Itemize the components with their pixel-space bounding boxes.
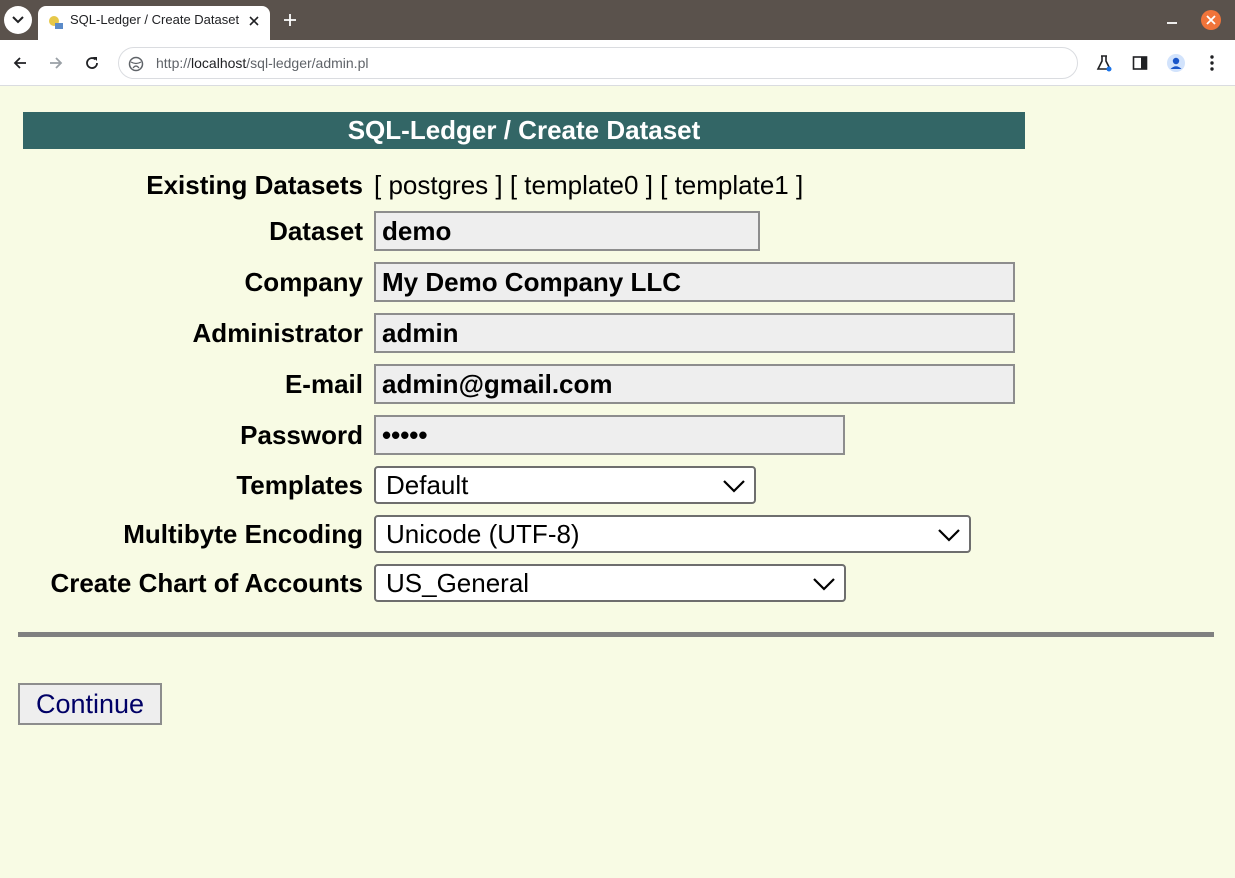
tab-list-button[interactable] xyxy=(4,6,32,34)
labs-button[interactable] xyxy=(1092,51,1116,75)
administrator-input[interactable]: admin xyxy=(374,313,1015,353)
minimize-icon xyxy=(1167,22,1177,24)
chevron-down-icon xyxy=(12,16,24,24)
reload-button[interactable] xyxy=(80,51,104,75)
horizontal-divider xyxy=(18,632,1214,637)
forward-button[interactable] xyxy=(44,51,68,75)
email-label: E-mail xyxy=(284,369,363,399)
templates-select[interactable]: Default xyxy=(374,466,756,504)
encoding-select[interactable]: Unicode (UTF-8) xyxy=(374,515,971,553)
arrow-left-icon xyxy=(13,57,26,69)
browser-tab-bar: SQL-Ledger / Create Dataset xyxy=(0,0,1235,40)
templates-label: Templates xyxy=(236,470,363,500)
flask-icon xyxy=(1096,55,1112,72)
url-text: http://localhost/sql-ledger/admin.pl xyxy=(156,48,368,78)
profile-button[interactable] xyxy=(1164,51,1188,75)
company-input[interactable]: My Demo Company LLC xyxy=(374,262,1015,302)
profile-icon xyxy=(1167,54,1185,72)
existing-datasets-list: [ postgres ] [ template0 ] [ template1 ] xyxy=(374,170,804,200)
chart-of-accounts-label: Create Chart of Accounts xyxy=(50,568,363,598)
company-label: Company xyxy=(244,267,363,297)
window-minimize-button[interactable] xyxy=(1160,8,1184,32)
url-path: /sql-ledger/admin.pl xyxy=(246,55,369,71)
reload-icon xyxy=(86,57,98,69)
encoding-selected-value: Unicode (UTF-8) xyxy=(386,519,580,549)
site-info-icon[interactable] xyxy=(127,55,145,73)
window-close-button[interactable] xyxy=(1201,10,1221,30)
arrow-right-icon xyxy=(50,57,63,69)
templates-selected-value: Default xyxy=(386,470,469,500)
plus-icon xyxy=(284,14,296,26)
browser-toolbar: http://localhost/sql-ledger/admin.pl xyxy=(0,40,1235,86)
url-prefix: http:// xyxy=(156,55,192,71)
chevron-down-icon xyxy=(723,480,745,493)
side-panel-button[interactable] xyxy=(1128,51,1152,75)
side-panel-icon xyxy=(1132,56,1148,70)
email-input[interactable]: admin@gmail.com xyxy=(374,364,1015,404)
browser-menu-button[interactable] xyxy=(1200,51,1224,75)
close-icon xyxy=(249,16,259,26)
continue-button[interactable]: Continue xyxy=(18,683,162,725)
address-bar[interactable]: http://localhost/sql-ledger/admin.pl xyxy=(118,47,1078,79)
encoding-label: Multibyte Encoding xyxy=(123,519,363,549)
dataset-input[interactable]: demo xyxy=(374,211,760,251)
dataset-label: Dataset xyxy=(269,216,363,246)
password-input[interactable]: ••••• xyxy=(374,415,845,455)
chart-of-accounts-select[interactable]: US_General xyxy=(374,564,846,602)
password-label: Password xyxy=(240,420,363,450)
url-host: localhost xyxy=(191,55,247,71)
chevron-down-icon xyxy=(813,578,835,591)
browser-tab-active[interactable]: SQL-Ledger / Create Dataset xyxy=(38,6,270,40)
chevron-down-icon xyxy=(938,529,960,542)
tab-title: SQL-Ledger / Create Dataset xyxy=(70,12,240,27)
tab-close-button[interactable] xyxy=(244,11,264,31)
kebab-menu-icon xyxy=(1210,55,1214,71)
close-icon xyxy=(1206,15,1216,25)
existing-datasets-label: Existing Datasets xyxy=(146,170,363,200)
page-content: SQL-Ledger / Create Dataset Existing Dat… xyxy=(0,87,1235,878)
chart-of-accounts-selected-value: US_General xyxy=(386,568,530,598)
administrator-label: Administrator xyxy=(192,318,363,348)
back-button[interactable] xyxy=(8,51,32,75)
page-title: SQL-Ledger / Create Dataset xyxy=(23,112,1025,149)
sql-ledger-favicon xyxy=(49,16,63,29)
new-tab-button[interactable] xyxy=(278,8,302,32)
